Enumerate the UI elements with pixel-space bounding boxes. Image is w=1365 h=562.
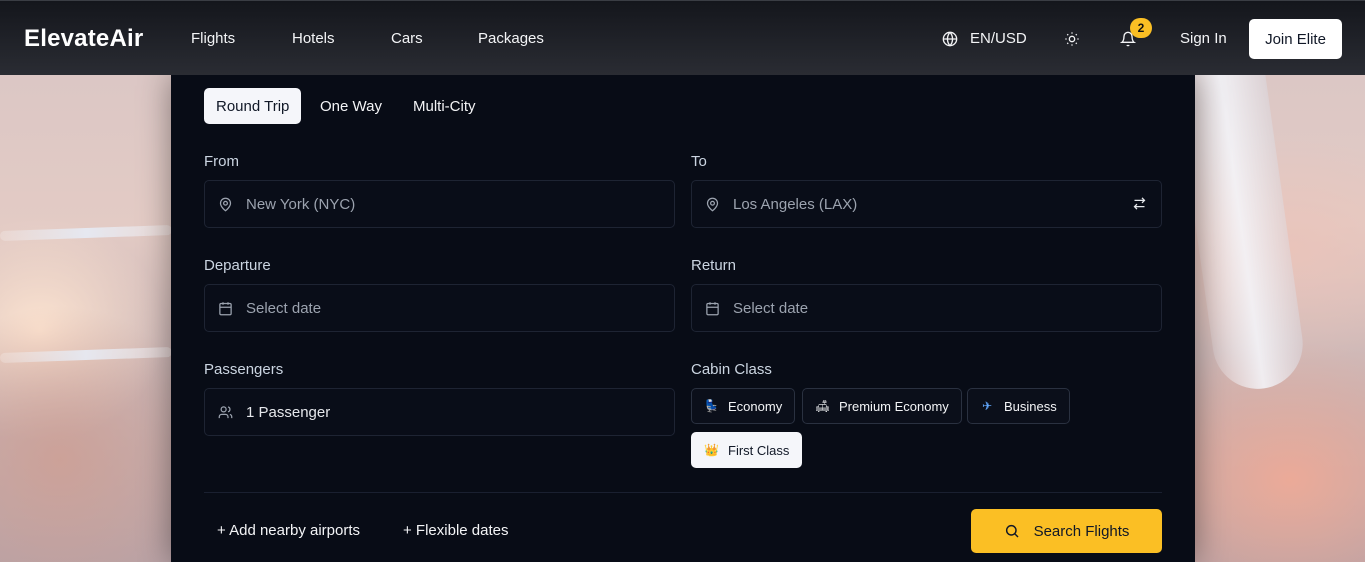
to-input[interactable]: Los Angeles (LAX) [691,180,1162,228]
sign-in-link[interactable]: Sign In [1180,30,1227,47]
brand-logo[interactable]: ElevateAir [24,25,143,53]
sun-icon[interactable] [1064,31,1080,47]
language-currency-selector[interactable]: EN/USD [942,30,1027,47]
cabin-option-label: First Class [728,442,790,458]
cabin-option-label: Premium Economy [839,398,949,414]
cabin-option-first-class[interactable]: 👑 First Class [691,432,803,468]
couch-icon: 🛋 [815,399,831,413]
globe-icon [942,31,958,46]
return-label: Return [691,257,737,274]
top-navbar: ElevateAir Flights Hotels Cars Packages … [0,0,1365,75]
flexible-dates-link[interactable]: + Flexible dates [403,522,508,539]
cabin-option-business[interactable]: ✈ Business [967,388,1070,424]
departure-date-input[interactable]: Select date [204,284,675,332]
return-date-input[interactable]: Select date [691,284,1162,332]
search-icon [1005,524,1019,538]
divider [204,492,1162,493]
calendar-icon [219,301,232,315]
cabin-option-premium-economy[interactable]: 🛋 Premium Economy [802,388,962,424]
nav-link-flights[interactable]: Flights [191,30,235,47]
to-placeholder: Los Angeles (LAX) [733,195,858,213]
passengers-value: 1 Passenger [246,403,331,421]
tab-one-way[interactable]: One Way [308,88,394,124]
join-elite-button[interactable]: Join Elite [1249,19,1342,59]
tab-multi-city[interactable]: Multi-City [401,88,488,124]
crown-icon: 👑 [704,443,719,457]
nav-link-cars[interactable]: Cars [391,30,423,47]
notification-badge: 2 [1130,18,1152,38]
search-flights-label: Search Flights [1033,522,1130,540]
background-wing [0,347,173,363]
from-input[interactable]: New York (NYC) [204,180,675,228]
passengers-label: Passengers [204,361,284,378]
cabin-class-label: Cabin Class [691,361,772,378]
background-wing [0,225,173,241]
seat-icon: 💺 [704,399,719,413]
tab-round-trip[interactable]: Round Trip [204,88,302,124]
airplane-icon: ✈ [981,399,993,413]
return-placeholder: Select date [733,299,809,317]
nav-link-hotels[interactable]: Hotels [292,30,335,47]
departure-label: Departure [204,257,271,274]
map-pin-icon [706,197,719,212]
nav-link-packages[interactable]: Packages [478,30,544,47]
flight-search-panel: Round Trip One Way Multi-City From New Y… [171,75,1195,562]
cabin-option-label: Business [1004,398,1057,414]
search-flights-button[interactable]: Search Flights [971,509,1162,553]
cabin-option-label: Economy [728,398,783,414]
from-label: From [204,153,239,170]
calendar-icon [706,301,719,315]
departure-placeholder: Select date [246,299,322,317]
from-placeholder: New York (NYC) [246,195,356,213]
language-label: EN/USD [970,30,1027,47]
to-label: To [691,153,707,170]
passengers-selector[interactable]: 1 Passenger [204,388,675,436]
map-pin-icon [219,197,232,212]
users-icon [218,405,233,418]
swap-arrows-icon[interactable] [1132,196,1147,211]
add-nearby-airports-link[interactable]: + Add nearby airports [217,522,360,539]
cabin-option-economy[interactable]: 💺 Economy [691,388,796,424]
